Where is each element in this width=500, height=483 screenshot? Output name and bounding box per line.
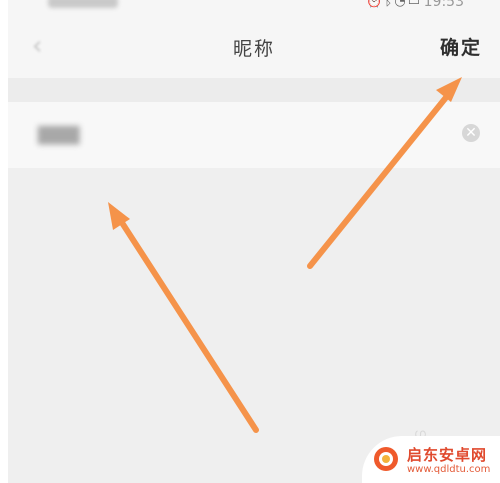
arrow-to-confirm	[307, 77, 462, 269]
arrow-to-input	[108, 202, 259, 433]
annotation-arrows: ഗ	[108, 77, 462, 442]
watermark: 启东安卓网 www.qdldtu.com	[362, 436, 500, 483]
watermark-logo-icon	[374, 447, 398, 471]
watermark-title: 启东安卓网	[407, 446, 488, 464]
watermark-url: www.qdldtu.com	[407, 464, 491, 475]
